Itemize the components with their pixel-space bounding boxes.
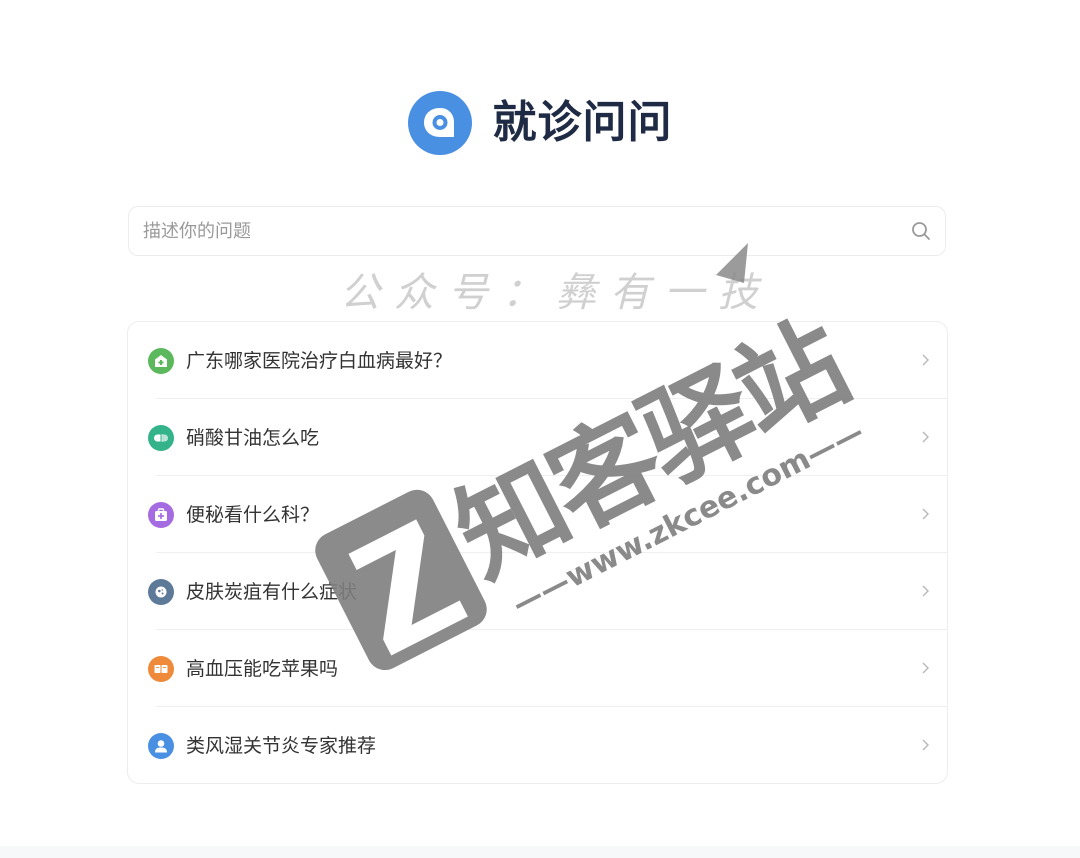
search-bar (128, 206, 946, 256)
question-item[interactable]: 便秘看什么科？ (128, 476, 947, 553)
book-icon (148, 656, 174, 682)
question-item[interactable]: 广东哪家医院治疗白血病最好？ (128, 322, 947, 399)
page-title: 就诊问问 (492, 97, 673, 148)
virus-icon (148, 579, 174, 605)
chevron-right-icon (922, 508, 929, 520)
page: 就诊问问 广东哪家医院治疗白血病最好？ (0, 0, 1080, 858)
question-text: 皮肤炭疽有什么症状 (186, 581, 358, 603)
search-icon[interactable] (911, 221, 931, 241)
svg-text:公众号：彝有一技: 公众号：彝有一技 (340, 270, 772, 316)
chevron-right-icon (922, 354, 929, 366)
chevron-right-icon (922, 662, 929, 674)
search-input[interactable] (143, 207, 883, 255)
chevron-right-icon (922, 431, 929, 443)
chevron-right-icon (922, 739, 929, 751)
medkit-icon (148, 502, 174, 528)
chat-bubble-logo-icon (407, 91, 472, 155)
question-text: 广东哪家医院治疗白血病最好？ (186, 350, 453, 372)
question-text: 类风湿关节炎专家推荐 (186, 735, 377, 757)
chevron-right-icon (922, 585, 929, 597)
question-text: 硝酸甘油怎么吃 (186, 427, 320, 449)
footer-band (0, 846, 1080, 858)
question-item[interactable]: 高血压能吃苹果吗 (128, 630, 947, 707)
question-item[interactable]: 硝酸甘油怎么吃 (128, 399, 947, 476)
hospital-icon (148, 348, 174, 374)
doctor-icon (148, 733, 174, 759)
header: 就诊问问 (0, 90, 1080, 156)
pill-icon (148, 425, 174, 451)
question-text: 高血压能吃苹果吗 (186, 658, 339, 680)
question-text: 便秘看什么科？ (186, 504, 320, 526)
question-item[interactable]: 类风湿关节炎专家推荐 (128, 707, 947, 783)
question-list: 广东哪家医院治疗白血病最好？ 硝酸甘油怎么吃 便秘看什么科？ 皮肤炭疽有什么症状… (127, 321, 948, 784)
question-item[interactable]: 皮肤炭疽有什么症状 (128, 553, 947, 630)
